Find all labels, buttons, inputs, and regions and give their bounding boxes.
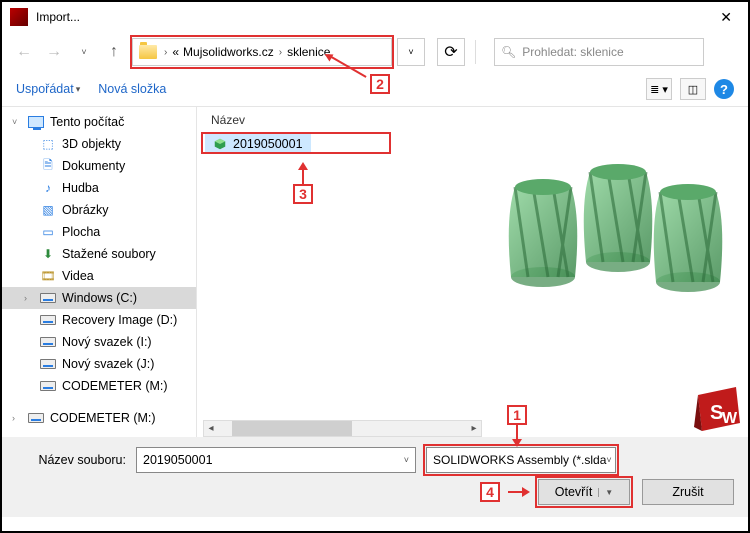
- preview-image: [488, 107, 748, 367]
- videos-icon: 🎞: [40, 268, 56, 284]
- folder-icon: [139, 45, 157, 59]
- drive-icon: [40, 315, 56, 325]
- solidworks-logo-icon: S W: [692, 383, 742, 433]
- expand-icon[interactable]: ˅: [12, 117, 22, 127]
- filename-label: Název souboru:: [16, 453, 126, 467]
- window-title: Import...: [36, 10, 80, 24]
- preview-pane: S W: [488, 107, 748, 437]
- tree-item-drive-c[interactable]: ›Windows (C:): [2, 287, 196, 309]
- drive-icon: [28, 413, 44, 423]
- main-area: ˅ Tento počítač ⬚3D objekty 🗎Dokumenty ♪…: [2, 107, 748, 437]
- tree-item-codemeter-root[interactable]: ›CODEMETER (M:): [2, 407, 196, 429]
- forward-button[interactable]: →: [42, 40, 66, 64]
- tree-item-downloads[interactable]: ⬇Stažené soubory: [2, 243, 196, 265]
- annotation-callout-3: 3: [293, 184, 313, 204]
- preview-pane-button[interactable]: ◫: [680, 78, 706, 100]
- assembly-icon: [213, 137, 227, 151]
- view-options-button[interactable]: ≣ ▾: [646, 78, 672, 100]
- annotation-arrow-3: [298, 162, 308, 170]
- recent-locations-button[interactable]: ˅: [72, 40, 96, 64]
- tree-item-desktop[interactable]: ▭Plocha: [2, 221, 196, 243]
- search-placeholder: Prohledat: sklenice: [522, 45, 623, 59]
- documents-icon: 🗎: [40, 158, 56, 174]
- tree-item-codemeter[interactable]: CODEMETER (M:): [2, 375, 196, 397]
- cube-icon: ⬚: [40, 136, 56, 152]
- title-bar: Import... ✕: [2, 2, 748, 32]
- nav-row: ← → ˅ ↑ › « Mujsolidworks.cz › sklenice …: [2, 32, 748, 72]
- search-icon: 🔍︎: [501, 45, 516, 59]
- search-input[interactable]: 🔍︎ Prohledat: sklenice: [494, 38, 704, 66]
- back-button[interactable]: ←: [12, 40, 36, 64]
- pictures-icon: ▧: [40, 202, 56, 218]
- breadcrumb-seg-1[interactable]: Mujsolidworks.cz: [181, 45, 276, 59]
- divider: [475, 40, 476, 64]
- tree-item-music[interactable]: ♪Hudba: [2, 177, 196, 199]
- tree-item-drive-j[interactable]: Nový svazek (J:): [2, 353, 196, 375]
- annotation-callout-2: 2: [370, 74, 390, 94]
- refresh-button[interactable]: ⟳: [437, 38, 465, 66]
- drive-icon: [40, 337, 56, 347]
- filename-field[interactable]: 2019050001 ˅: [136, 447, 416, 473]
- cancel-button[interactable]: Zrušit: [642, 479, 734, 505]
- chevron-right-icon: ›: [276, 47, 285, 58]
- horizontal-scrollbar[interactable]: ◂ ▸: [203, 420, 482, 437]
- drive-icon: [40, 359, 56, 369]
- scroll-thumb[interactable]: [232, 421, 352, 436]
- filetype-value: SOLIDWORKS Assembly (*.slda: [433, 453, 606, 467]
- drive-icon: [40, 381, 56, 391]
- file-row[interactable]: 2019050001: [205, 134, 311, 154]
- file-list[interactable]: Název 2019050001 ◂ ▸: [197, 107, 488, 437]
- annotation-arrow-1: [512, 439, 522, 447]
- chevron-down-icon[interactable]: ˅: [404, 455, 409, 465]
- breadcrumb[interactable]: › « Mujsolidworks.cz › sklenice: [132, 38, 392, 66]
- tree-item-videos[interactable]: 🎞Videa: [2, 265, 196, 287]
- breadcrumb-prefix: «: [170, 45, 181, 59]
- scroll-left-icon[interactable]: ◂: [204, 423, 218, 434]
- downloads-icon: ⬇: [40, 246, 56, 262]
- close-icon[interactable]: ✕: [712, 5, 740, 30]
- folder-tree[interactable]: ˅ Tento počítač ⬚3D objekty 🗎Dokumenty ♪…: [2, 107, 197, 437]
- annotation-callout-1: 1: [507, 405, 527, 425]
- tree-item-pictures[interactable]: ▧Obrázky: [2, 199, 196, 221]
- tree-item-drive-i[interactable]: Nový svazek (I:): [2, 331, 196, 353]
- desktop-icon: ▭: [40, 224, 56, 240]
- filetype-select[interactable]: SOLIDWORKS Assembly (*.slda ˅: [426, 447, 616, 473]
- column-header-name[interactable]: Název: [197, 107, 488, 134]
- pc-icon: [28, 116, 44, 128]
- music-icon: ♪: [40, 180, 56, 196]
- file-name: 2019050001: [233, 137, 303, 151]
- tree-item-drive-d[interactable]: Recovery Image (D:): [2, 309, 196, 331]
- svg-text:W: W: [722, 410, 738, 427]
- tree-item-documents[interactable]: 🗎Dokumenty: [2, 155, 196, 177]
- annotation-arrow-4: [522, 487, 530, 497]
- chevron-right-icon: ›: [161, 47, 170, 58]
- help-icon[interactable]: ?: [714, 79, 734, 99]
- app-icon: [10, 8, 28, 26]
- tree-item-3d-objects[interactable]: ⬚3D objekty: [2, 133, 196, 155]
- breadcrumb-dropdown-button[interactable]: ˅: [397, 38, 425, 66]
- up-button[interactable]: ↑: [102, 40, 126, 64]
- new-folder-button[interactable]: Nová složka: [98, 82, 166, 96]
- bottom-bar: Název souboru: 2019050001 ˅ SOLIDWORKS A…: [2, 437, 748, 517]
- tree-item-this-pc[interactable]: ˅ Tento počítač: [2, 111, 196, 133]
- open-button[interactable]: Otevřít▼: [538, 479, 630, 505]
- scroll-right-icon[interactable]: ▸: [467, 423, 481, 434]
- organize-button[interactable]: Uspořádat▾: [16, 82, 80, 96]
- expand-icon[interactable]: ›: [24, 293, 34, 303]
- filename-value: 2019050001: [143, 453, 213, 467]
- breadcrumb-wrap: › « Mujsolidworks.cz › sklenice: [132, 38, 392, 66]
- chevron-down-icon[interactable]: ˅: [606, 455, 611, 465]
- annotation-callout-4: 4: [480, 482, 500, 502]
- drive-icon: [40, 293, 56, 303]
